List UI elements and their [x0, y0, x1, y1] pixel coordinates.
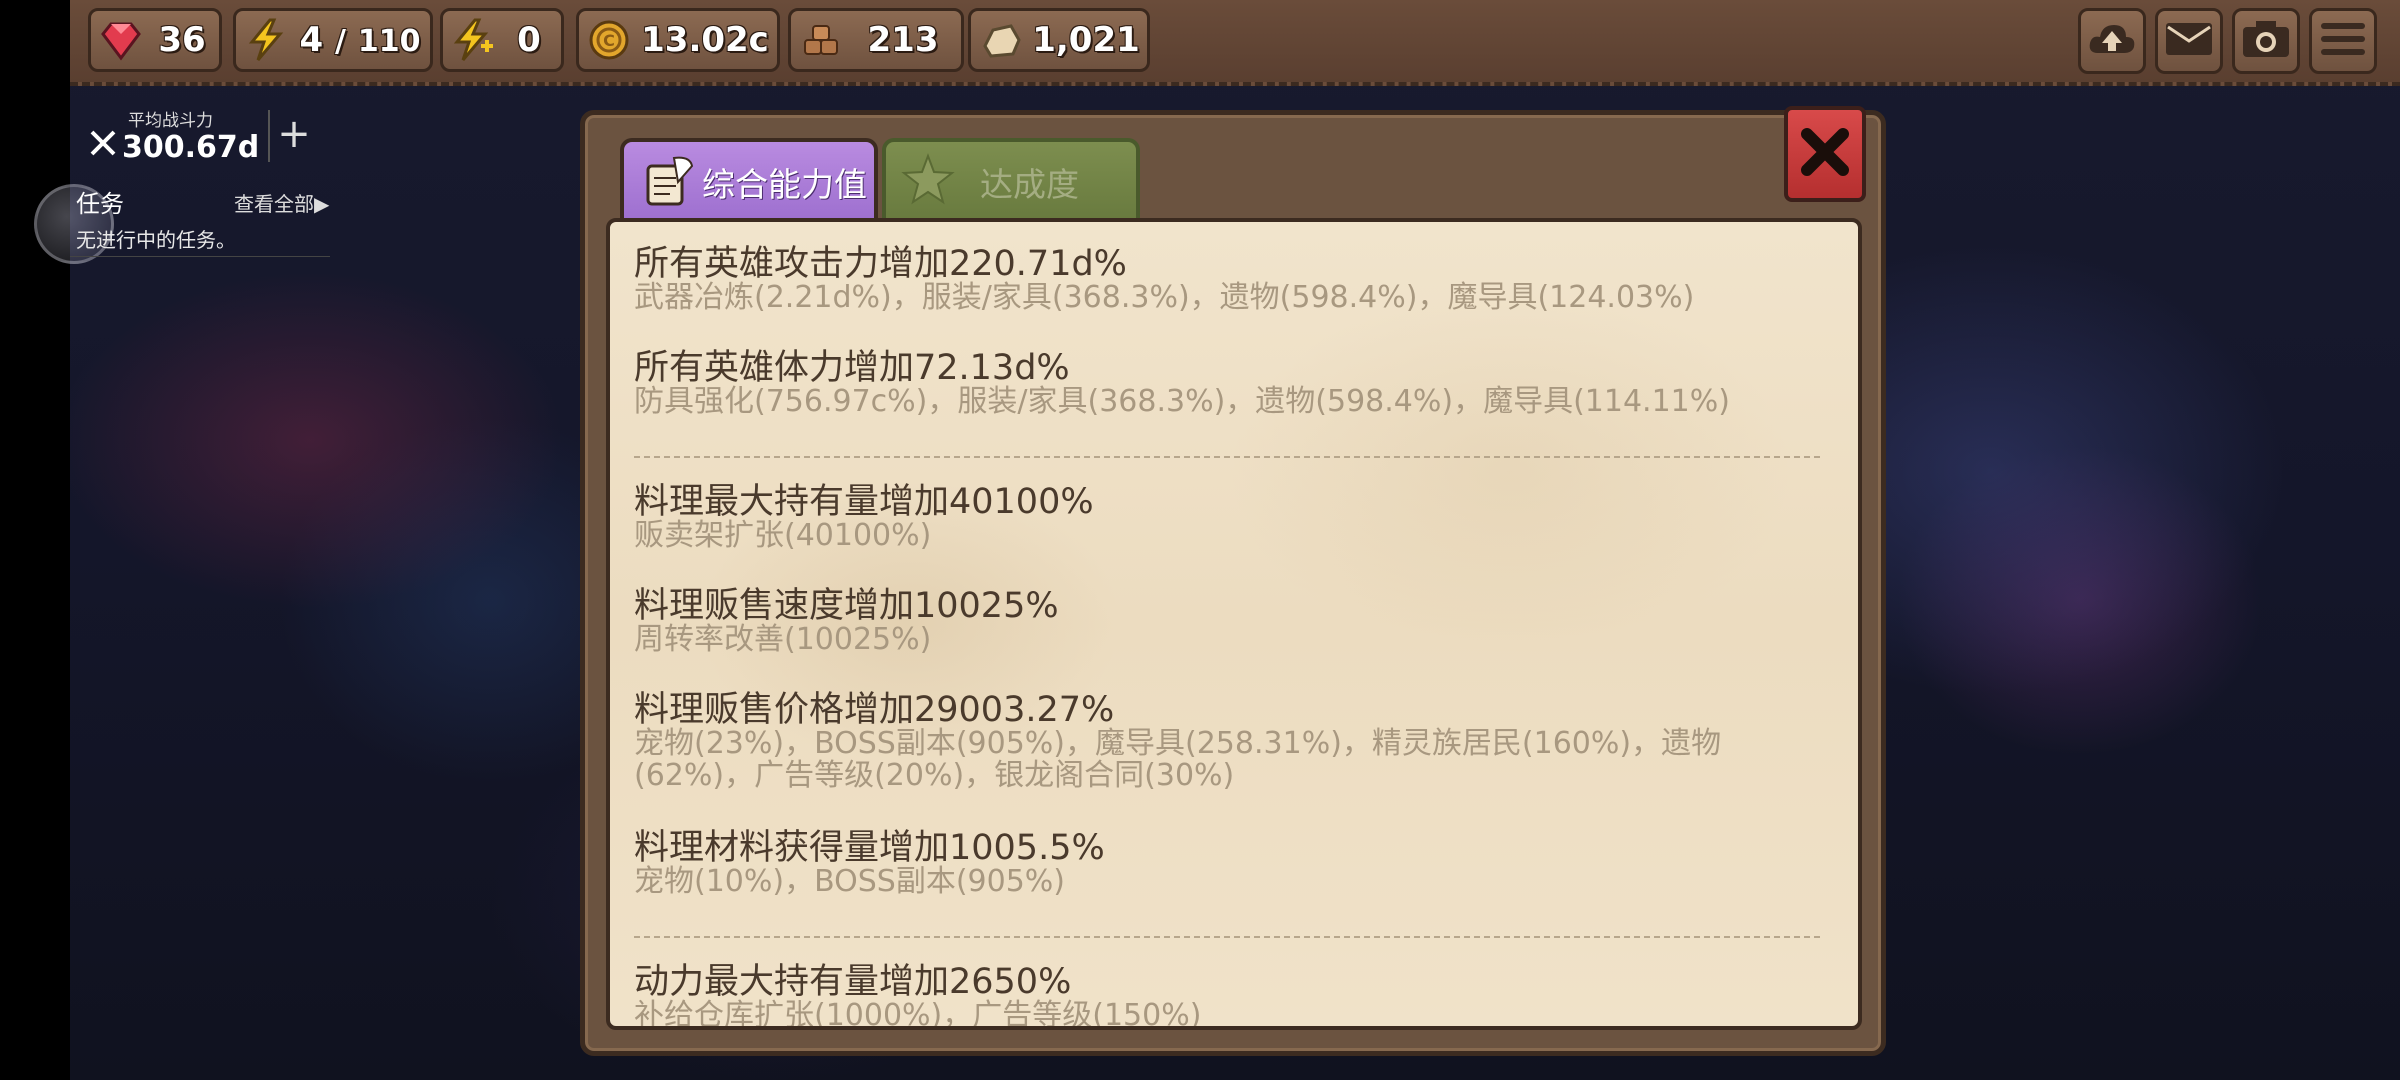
quest-divider [70, 256, 330, 257]
stat-row: 所有英雄体力增加72.13d% 防具强化(756.97c%)，服装/家具(368… [634, 348, 1834, 418]
stat-title: 料理贩售速度增加10025% [634, 586, 1059, 626]
boost-counter[interactable]: 0 [440, 8, 564, 72]
plus-icon[interactable]: + [276, 110, 312, 158]
energy-max: 110 [357, 24, 421, 59]
hamburger-icon [2318, 19, 2368, 63]
stat-detail: 武器冶炼(2.21d%)，服装/家具(368.3%)，遗物(598.4%)，魔导… [634, 280, 1695, 315]
stat-detail: 贩卖架扩张(40100%) [634, 518, 932, 553]
stone-icon [977, 16, 1025, 64]
energy-current: 4 [299, 20, 324, 60]
close-icon [1797, 124, 1853, 184]
close-button[interactable] [1784, 106, 1866, 202]
section-divider [634, 936, 1820, 938]
stat-title: 料理最大持有量增加40100% [634, 482, 1094, 522]
stats-list[interactable]: 所有英雄攻击力增加220.71d% 武器冶炼(2.21d%)，服装/家具(368… [606, 218, 1862, 1030]
stat-row: 动力最大持有量增加2650% 补给仓库扩张(1000%)，广告等级(150%) [634, 962, 1834, 1030]
gold-value: 13.02c [641, 20, 769, 60]
mail-button[interactable] [2155, 8, 2223, 74]
stat-title: 所有英雄体力增加72.13d% [634, 348, 1070, 388]
tab-overall-stats-label: 综合能力值 [702, 165, 867, 204]
mail-icon [2163, 19, 2215, 63]
stone-value: 1,021 [1032, 20, 1140, 60]
stat-detail: 宠物(10%)，BOSS副本(905%) [634, 864, 1066, 899]
stat-row: 料理贩售价格增加29003.27% 宠物(23%)，BOSS副本(905%)，魔… [634, 690, 1834, 792]
average-power[interactable]: 平均战斗力 300.67d [88, 104, 268, 168]
lightning-plus-icon [449, 16, 497, 64]
stat-row: 所有英雄攻击力增加220.71d% 武器冶炼(2.21d%)，服装/家具(368… [634, 244, 1834, 314]
stat-row: 料理贩售速度增加10025% 周转率改善(10025%) [634, 586, 1834, 656]
lightning-icon [242, 16, 290, 64]
screen-edge [0, 0, 70, 1080]
stat-detail: 补给仓库扩张(1000%)，广告等级(150%) [634, 998, 1202, 1030]
stat-title: 料理贩售价格增加29003.27% [634, 690, 1115, 730]
tab-achievement[interactable]: 达成度 [882, 138, 1140, 222]
gem-icon [97, 16, 145, 64]
cloud-save-button[interactable] [2078, 8, 2146, 74]
gem-value: 36 [158, 20, 206, 60]
energy-separator: / [335, 24, 346, 59]
quest-view-all-link[interactable]: 查看全部▶ [234, 188, 329, 217]
screenshot-button[interactable] [2232, 8, 2300, 74]
boost-value: 0 [517, 20, 541, 60]
energy-counter[interactable]: 4 / 110 [233, 8, 433, 72]
star-icon [900, 152, 960, 212]
tab-achievement-label: 达成度 [980, 165, 1079, 204]
gem-counter[interactable]: 36 [88, 8, 222, 72]
cloud-upload-icon [2086, 17, 2138, 65]
coin-icon: C [585, 16, 633, 64]
power-value: 300.67d [122, 129, 260, 165]
tab-overall-stats[interactable]: 综合能力值 [620, 138, 878, 222]
wood-value: 213 [867, 20, 939, 60]
wood-icon [797, 16, 845, 64]
stat-row: 料理材料获得量增加1005.5% 宠物(10%)，BOSS副本(905%) [634, 828, 1834, 898]
stat-title: 动力最大持有量增加2650% [634, 962, 1072, 1002]
camera-icon [2240, 17, 2292, 65]
menu-button[interactable] [2309, 8, 2377, 74]
stat-row: 料理最大持有量增加40100% 贩卖架扩张(40100%) [634, 482, 1834, 552]
svg-text:C: C [603, 31, 615, 50]
gold-counter[interactable]: C 13.02c [576, 8, 780, 72]
quest-title: 任务 [76, 190, 124, 218]
quest-empty-text: 无进行中的任务。 [76, 228, 236, 252]
stat-title: 所有英雄攻击力增加220.71d% [634, 244, 1127, 284]
stat-detail: 宠物(23%)，BOSS副本(905%)，魔导具(258.31%)，精灵族居民(… [634, 726, 1722, 793]
stone-counter[interactable]: 1,021 [968, 8, 1150, 72]
stat-detail: 周转率改善(10025%) [634, 622, 932, 657]
wood-counter[interactable]: 213 [788, 8, 964, 72]
scroll-quill-icon [638, 152, 698, 212]
stat-title: 料理材料获得量增加1005.5% [634, 828, 1105, 868]
resource-bar: 36 4 / 110 0 C 13.02c 213 1,021 [70, 0, 2400, 86]
stat-detail: 防具强化(756.97c%)，服装/家具(368.3%)，遗物(598.4%)，… [634, 384, 1730, 419]
section-divider [634, 456, 1820, 458]
power-divider [268, 110, 270, 162]
crossed-swords-icon [88, 128, 118, 166]
